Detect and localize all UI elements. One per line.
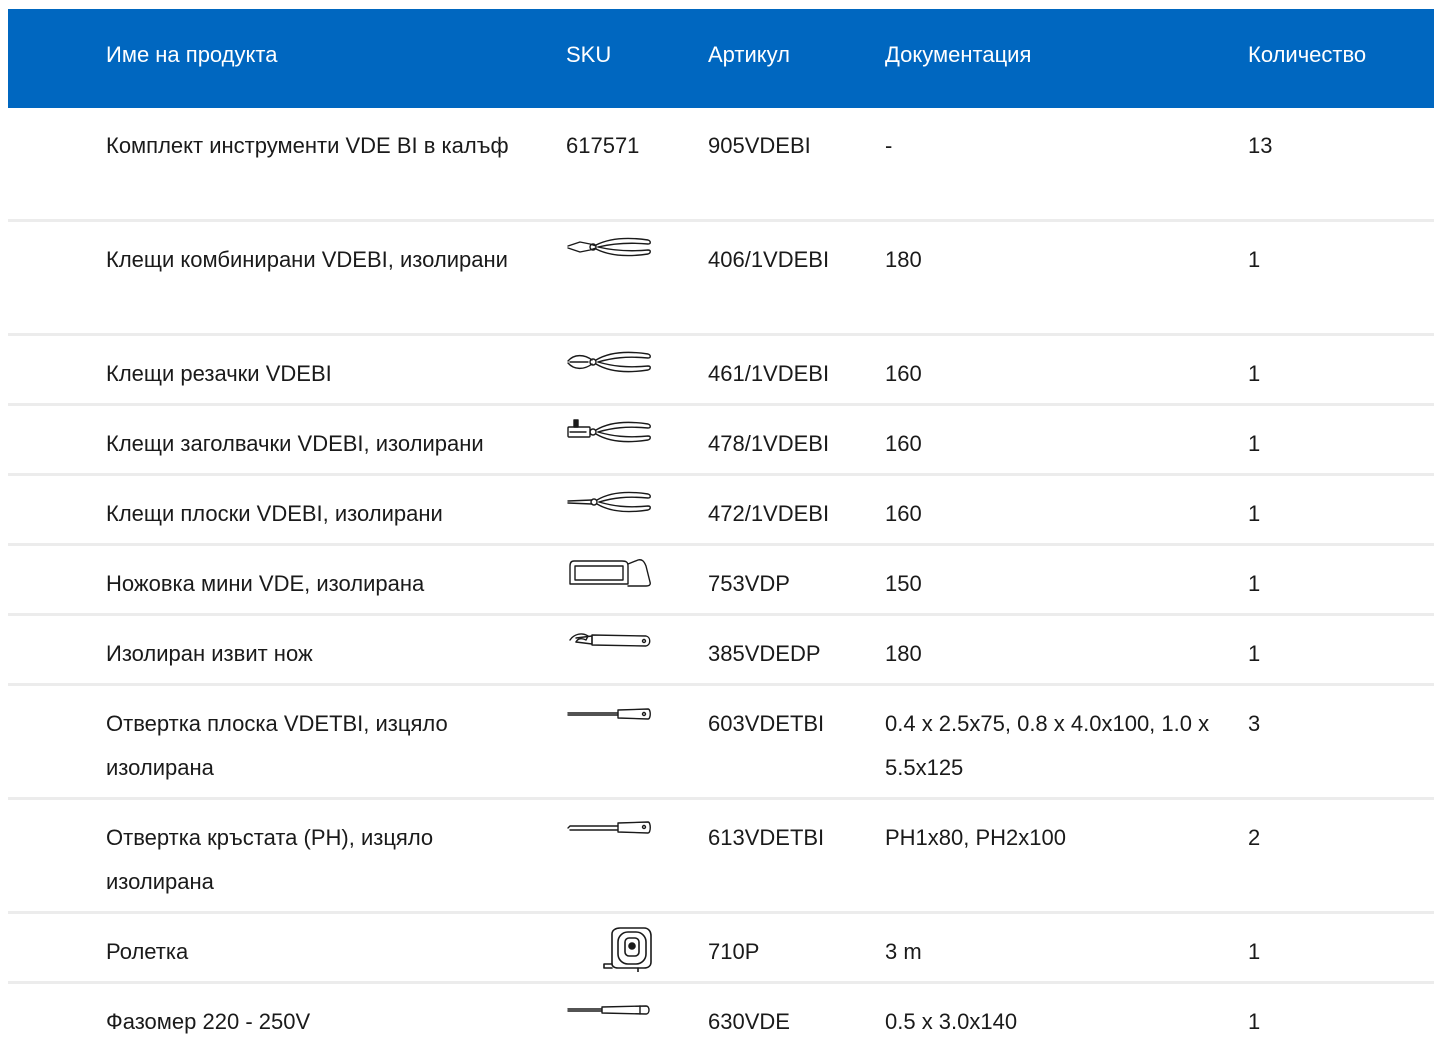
product-quantity: 13 [1248, 133, 1273, 158]
table-row: Изолиран извит нож 385VDEDP 180 1 [8, 616, 1434, 686]
product-quantity: 1 [1248, 571, 1261, 596]
product-documentation: 180 [885, 247, 922, 272]
phillips-screwdriver-icon [566, 810, 652, 846]
product-documentation: 160 [885, 361, 922, 386]
product-documentation: 160 [885, 431, 922, 456]
side-cutters-icon [566, 346, 652, 382]
table-row: Отвертка плоска VDETBI, изцяло изолирана… [8, 686, 1434, 800]
product-article: 613VDETBI [708, 825, 825, 850]
product-article: 603VDETBI [708, 711, 825, 736]
flat-nose-pliers-icon [566, 486, 652, 522]
column-header-article[interactable]: Артикул [708, 41, 873, 69]
product-name: Отвертка плоска VDETBI, изцяло изолирана [106, 711, 448, 780]
product-documentation: 3 m [885, 939, 922, 964]
product-name: Комплект инструменти VDE BI в калъф [106, 133, 509, 158]
product-article: 472/1VDEBI [708, 501, 830, 526]
table-row: Клещи плоски VDEBI, изолирани 472/1VDEBI… [8, 476, 1434, 546]
table-row: Комплект инструменти VDE BI в калъф 6175… [8, 108, 1434, 222]
table-row: Отвертка кръстата (PH), изцяло изолирана… [8, 800, 1434, 914]
product-sku: 617571 [566, 133, 640, 158]
table-header: Име на продукта SKU Артикул Документация… [8, 9, 1434, 108]
table-row: Ножовка мини VDE, изолирана 753VDP 150 1 [8, 546, 1434, 616]
product-article: 406/1VDEBI [708, 247, 830, 272]
product-documentation: 160 [885, 501, 922, 526]
product-quantity: 1 [1248, 641, 1261, 666]
product-documentation: 180 [885, 641, 922, 666]
product-documentation: 0.4 x 2.5x75, 0.8 x 4.0x100, 1.0 x 5.5x1… [885, 711, 1210, 780]
product-quantity: 2 [1248, 825, 1261, 850]
product-name: Ролетка [106, 939, 189, 964]
column-header-documentation[interactable]: Документация [885, 41, 1215, 69]
table-row: Ролетка 710P 3 m 1 [8, 914, 1434, 984]
product-article: 478/1VDEBI [708, 431, 830, 456]
hooked-knife-icon [566, 626, 652, 662]
table-row: Клещи резачки VDEBI 461/1VDEBI 160 1 [8, 336, 1434, 406]
product-name: Клещи плоски VDEBI, изолирани [106, 501, 443, 526]
product-name: Клещи комбинирани VDEBI, изолирани [106, 247, 508, 272]
product-quantity: 1 [1248, 939, 1261, 964]
product-article: 710P [708, 939, 760, 964]
column-header-sku[interactable]: SKU [566, 41, 656, 69]
product-article: 753VDP [708, 571, 790, 596]
wire-stripper-icon [566, 416, 652, 452]
voltage-tester-icon [566, 994, 652, 1030]
product-article: 461/1VDEBI [708, 361, 830, 386]
column-header-quantity[interactable]: Количество [1248, 41, 1388, 69]
product-name: Клещи заголвачки VDEBI, изолирани [106, 431, 484, 456]
table-row: Клещи заголвачки VDEBI, изолирани 478/1V… [8, 406, 1434, 476]
product-article: 385VDEDP [708, 641, 821, 666]
product-quantity: 1 [1248, 501, 1261, 526]
product-name: Клещи резачки VDEBI [106, 361, 332, 386]
product-name: Фазомер 220 - 250V [106, 1009, 311, 1034]
product-documentation: - [885, 133, 893, 158]
table-row: Клещи комбинирани VDEBI, изолирани 406/1… [8, 222, 1434, 336]
product-table: Име на продукта SKU Артикул Документация… [8, 9, 1434, 1051]
flat-screwdriver-icon [566, 696, 652, 732]
product-quantity: 1 [1248, 361, 1261, 386]
tape-measure-icon [566, 924, 652, 972]
product-quantity: 1 [1248, 247, 1261, 272]
table-row: Фазомер 220 - 250V 630VDE 0.5 x 3.0x140 … [8, 984, 1434, 1051]
column-header-name[interactable]: Име на продукта [106, 41, 536, 69]
product-quantity: 1 [1248, 431, 1261, 456]
product-documentation: 0.5 x 3.0x140 [885, 1009, 1018, 1034]
product-quantity: 1 [1248, 1009, 1261, 1034]
product-name: Изолиран извит нож [106, 641, 313, 666]
product-name: Отвертка кръстата (PH), изцяло изолирана [106, 825, 434, 894]
product-name: Ножовка мини VDE, изолирана [106, 571, 425, 596]
mini-hacksaw-icon [566, 556, 652, 592]
product-documentation: PH1x80, PH2x100 [885, 825, 1066, 850]
product-documentation: 150 [885, 571, 922, 596]
product-article: 630VDE [708, 1009, 790, 1034]
product-article: 905VDEBI [708, 133, 811, 158]
product-quantity: 3 [1248, 711, 1261, 736]
combination-pliers-icon [566, 232, 652, 268]
